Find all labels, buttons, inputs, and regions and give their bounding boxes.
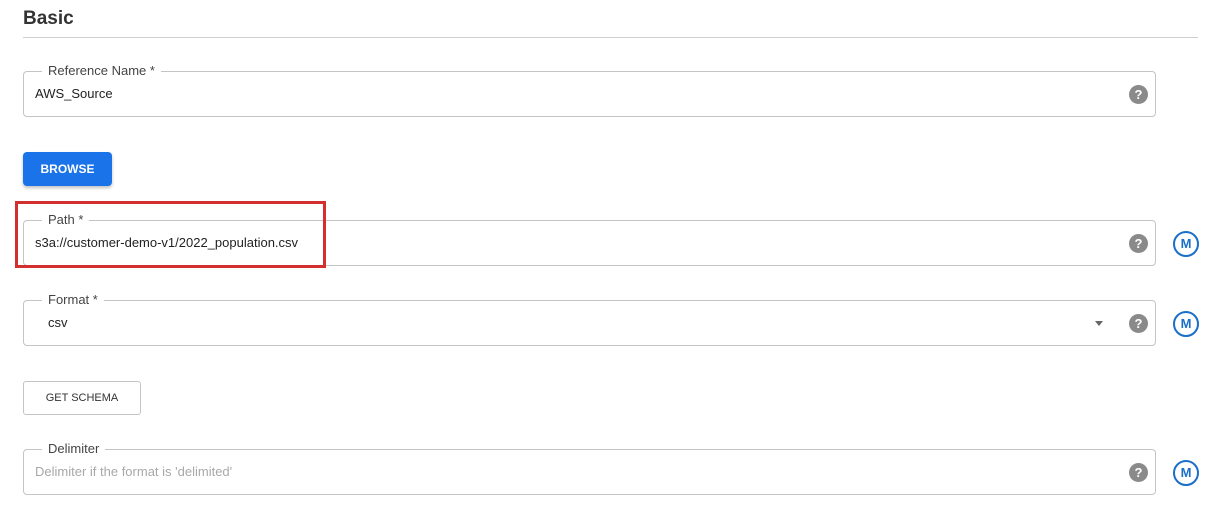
format-select[interactable]: Format * csv ? (23, 292, 1156, 346)
help-icon[interactable]: ? (1129, 463, 1148, 482)
help-icon[interactable]: ? (1129, 314, 1148, 333)
macro-icon[interactable]: M (1173, 311, 1199, 337)
macro-icon[interactable]: M (1173, 460, 1199, 486)
delimiter-field[interactable]: Delimiter ? (23, 441, 1156, 495)
section-divider (23, 37, 1198, 38)
get-schema-button[interactable]: GET SCHEMA (23, 381, 141, 415)
reference-name-field[interactable]: Reference Name * ? (23, 63, 1156, 117)
section-title: Basic (23, 8, 74, 29)
delimiter-input[interactable] (35, 464, 1105, 480)
path-field[interactable]: Path * ? (23, 212, 1156, 266)
browse-button[interactable]: BROWSE (23, 152, 112, 186)
format-selected-value[interactable]: csv (48, 315, 1105, 331)
path-label: Path * (42, 212, 90, 228)
help-icon[interactable]: ? (1129, 85, 1148, 104)
format-label: Format * (42, 292, 104, 308)
path-input[interactable] (35, 235, 1105, 251)
chevron-down-icon[interactable] (1095, 321, 1103, 326)
reference-name-input[interactable] (35, 86, 1105, 102)
reference-name-label: Reference Name * (42, 63, 161, 79)
macro-icon[interactable]: M (1173, 231, 1199, 257)
help-icon[interactable]: ? (1129, 234, 1148, 253)
delimiter-label: Delimiter (42, 441, 106, 457)
